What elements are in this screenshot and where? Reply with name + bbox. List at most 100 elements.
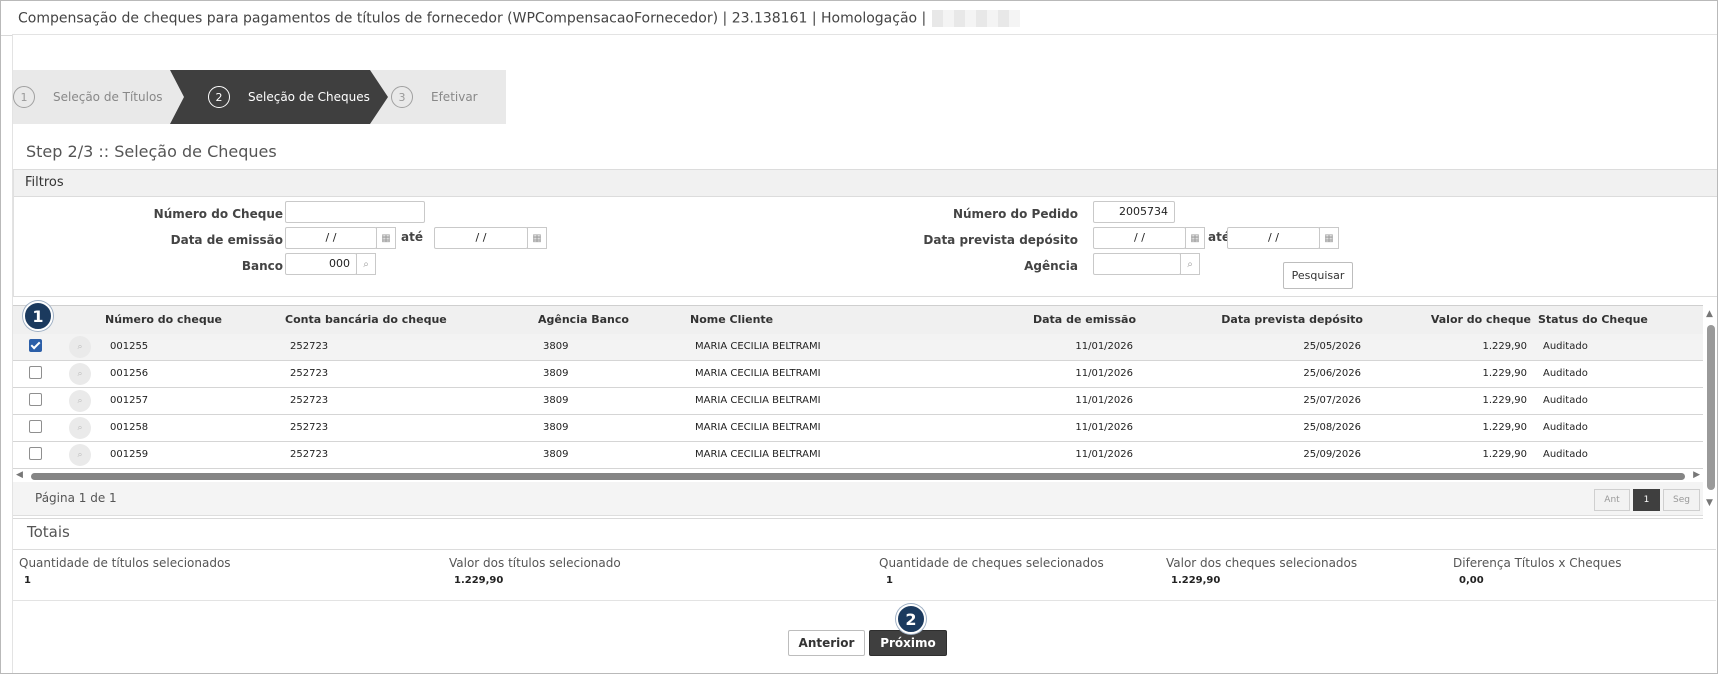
- cell-numero: 001255: [110, 341, 149, 352]
- title-bar: Compensação de cheques para pagamentos d…: [1, 1, 1717, 36]
- cell-agencia: 3809: [543, 449, 569, 460]
- row-checkbox[interactable]: [29, 393, 42, 406]
- col-valor-cheque[interactable]: Valor do cheque: [1413, 313, 1531, 326]
- total-qtd-titulos-value: 1: [24, 575, 31, 586]
- ate-label: até: [401, 230, 423, 244]
- cell-conta: 252723: [290, 368, 329, 379]
- row-checkbox[interactable]: [29, 366, 42, 379]
- cell-status: Auditado: [1543, 422, 1588, 433]
- annotation-marker-1: 1: [23, 301, 53, 331]
- pager-page-button[interactable]: 1: [1633, 489, 1660, 511]
- totais-panel: Quantidade de títulos selecionados 1 Val…: [13, 549, 1716, 601]
- numero-cheque-input[interactable]: [285, 201, 425, 223]
- magnifier-icon[interactable]: ⌕: [69, 336, 91, 358]
- agencia-input[interactable]: [1093, 253, 1181, 275]
- calendar-icon[interactable]: ▦: [1185, 227, 1205, 249]
- cell-emissao: 11/01/2026: [1075, 449, 1133, 460]
- cell-cliente: MARIA CECILIA BELTRAMI: [695, 395, 821, 406]
- cell-valor: 1.229,90: [1482, 395, 1527, 406]
- scroll-up-icon[interactable]: ▲: [1706, 309, 1713, 319]
- anterior-button[interactable]: Anterior: [788, 630, 865, 656]
- total-qtd-cheques-value: 1: [886, 575, 893, 586]
- magnifier-icon[interactable]: ⌕: [69, 390, 91, 412]
- redacted-environment: [932, 10, 1021, 27]
- scroll-thumb[interactable]: [1707, 325, 1715, 490]
- data-prevista-to-input[interactable]: / /: [1227, 227, 1320, 249]
- pager-prev-button[interactable]: Ant: [1594, 489, 1630, 511]
- data-emissao-from-input[interactable]: / /: [285, 227, 377, 249]
- totais-title: Totais: [27, 523, 70, 541]
- cell-conta: 252723: [290, 395, 329, 406]
- row-checkbox[interactable]: [29, 339, 42, 352]
- agencia-label: Agência: [1024, 259, 1078, 273]
- wizard-step-2[interactable]: 2 Seleção de Cheques: [208, 70, 370, 124]
- cell-prevista: 25/05/2026: [1303, 341, 1361, 352]
- step-number: 3: [391, 86, 413, 108]
- col-data-prevista[interactable]: Data prevista depósito: [1213, 313, 1363, 326]
- scroll-left-icon[interactable]: ◀: [16, 470, 23, 480]
- data-prevista-label: Data prevista depósito: [923, 233, 1078, 247]
- data-prevista-from-input[interactable]: / /: [1093, 227, 1186, 249]
- cell-valor: 1.229,90: [1482, 422, 1527, 433]
- cell-numero: 001256: [110, 368, 149, 379]
- proximo-button[interactable]: Próximo: [869, 630, 947, 656]
- total-valor-cheques-label: Valor dos cheques selecionados: [1166, 556, 1358, 570]
- vertical-scrollbar[interactable]: ▲ ▼: [1705, 309, 1716, 509]
- row-checkbox[interactable]: [29, 420, 42, 433]
- cell-status: Auditado: [1543, 449, 1588, 460]
- row-checkbox[interactable]: [29, 447, 42, 460]
- col-status-cheque[interactable]: Status do Cheque: [1538, 313, 1648, 326]
- total-valor-titulos-value: 1.229,90: [454, 575, 504, 586]
- table-row[interactable]: ⌕ 001259 252723 3809 MARIA CECILIA BELTR…: [13, 442, 1703, 469]
- col-agencia-banco[interactable]: Agência Banco: [538, 313, 629, 326]
- cell-conta: 252723: [290, 422, 329, 433]
- magnifier-icon[interactable]: ⌕: [69, 417, 91, 439]
- banco-input[interactable]: 000: [285, 253, 357, 275]
- cell-valor: 1.229,90: [1482, 368, 1527, 379]
- wizard-step-3[interactable]: 3 Efetivar: [391, 70, 478, 124]
- scroll-down-icon[interactable]: ▼: [1706, 498, 1713, 508]
- scroll-right-icon[interactable]: ▶: [1693, 470, 1700, 480]
- table-row[interactable]: ⌕ 001255 252723 3809 MARIA CECILIA BELTR…: [13, 334, 1703, 361]
- search-icon[interactable]: ⌕: [1180, 253, 1200, 275]
- total-diferenca-label: Diferença Títulos x Cheques: [1453, 556, 1622, 570]
- page-title: Step 2/3 :: Seleção de Cheques: [26, 142, 277, 161]
- cell-cliente: MARIA CECILIA BELTRAMI: [695, 422, 821, 433]
- numero-pedido-label: Número do Pedido: [952, 207, 1078, 221]
- banco-label: Banco: [241, 259, 283, 273]
- numero-pedido-input[interactable]: 2005734: [1093, 201, 1175, 223]
- col-numero-cheque[interactable]: Número do cheque: [105, 313, 222, 326]
- step-label: Seleção de Cheques: [248, 90, 370, 104]
- scroll-thumb[interactable]: [31, 473, 1685, 480]
- search-icon[interactable]: ⌕: [356, 253, 376, 275]
- data-emissao-to-input[interactable]: / /: [434, 227, 528, 249]
- col-data-emissao[interactable]: Data de emissão: [1033, 313, 1136, 326]
- table-row[interactable]: ⌕ 001258 252723 3809 MARIA CECILIA BELTR…: [13, 415, 1703, 442]
- cell-status: Auditado: [1543, 395, 1588, 406]
- magnifier-icon[interactable]: ⌕: [69, 444, 91, 466]
- cell-emissao: 11/01/2026: [1075, 368, 1133, 379]
- table-row[interactable]: ⌕ 001257 252723 3809 MARIA CECILIA BELTR…: [13, 388, 1703, 415]
- calendar-icon[interactable]: ▦: [1319, 227, 1339, 249]
- annotation-marker-2: 2: [896, 604, 926, 634]
- magnifier-icon[interactable]: ⌕: [69, 363, 91, 385]
- calendar-icon[interactable]: ▦: [376, 227, 396, 249]
- table-row[interactable]: ⌕ 001256 252723 3809 MARIA CECILIA BELTR…: [13, 361, 1703, 388]
- total-qtd-titulos-label: Quantidade de títulos selecionados: [19, 556, 231, 570]
- pager-bar: Página 1 de 1 Ant 1 Seg: [13, 482, 1703, 516]
- cell-numero: 001259: [110, 449, 149, 460]
- step-number: 1: [13, 86, 35, 108]
- cell-prevista: 25/07/2026: [1303, 395, 1361, 406]
- calendar-icon[interactable]: ▦: [527, 227, 547, 249]
- pesquisar-button[interactable]: Pesquisar: [1283, 262, 1353, 289]
- cell-numero: 001257: [110, 395, 149, 406]
- cell-emissao: 11/01/2026: [1075, 395, 1133, 406]
- wizard-step-1[interactable]: 1 Seleção de Títulos: [13, 70, 163, 124]
- col-nome-cliente[interactable]: Nome Cliente: [690, 313, 773, 326]
- window-title: Compensação de cheques para pagamentos d…: [18, 10, 1021, 27]
- pager-next-button[interactable]: Seg: [1663, 489, 1700, 511]
- cell-status: Auditado: [1543, 368, 1588, 379]
- step-label: Seleção de Títulos: [53, 90, 163, 104]
- horizontal-scrollbar[interactable]: ◀ ▶: [13, 470, 1703, 482]
- col-conta-bancaria[interactable]: Conta bancária do cheque: [285, 313, 447, 326]
